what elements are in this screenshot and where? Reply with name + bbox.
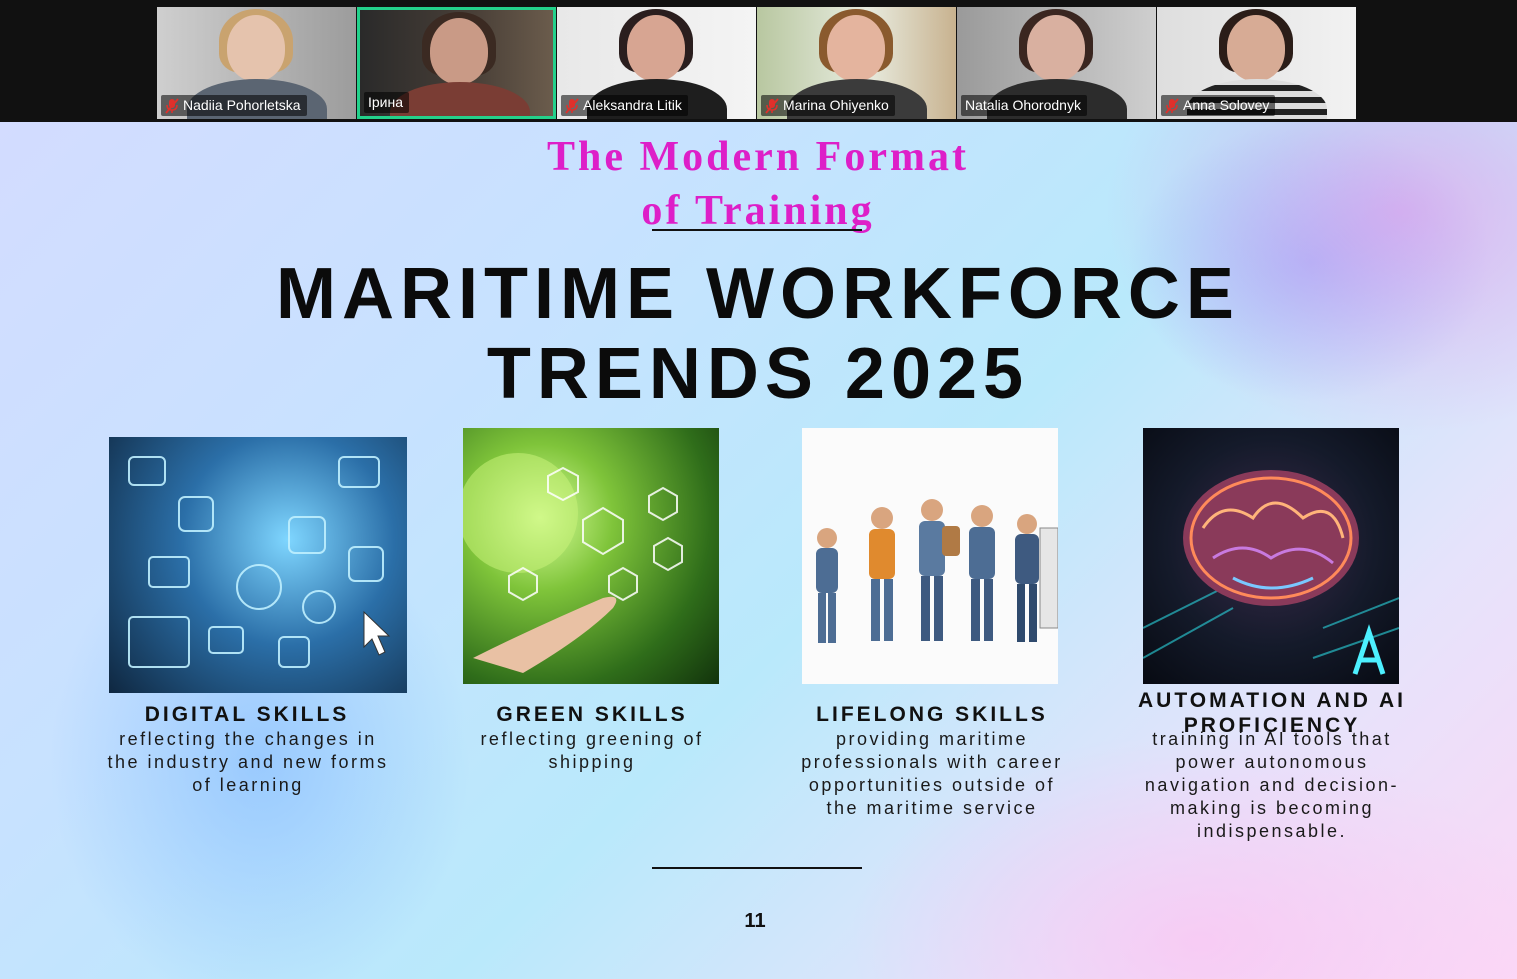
participant-name: Marina Ohiyenko <box>783 97 889 113</box>
ai-brain-image <box>1143 428 1399 684</box>
video-figure <box>430 18 488 84</box>
slide-subtitle-line: The Modern Format <box>547 134 969 180</box>
participant-tile[interactable]: Natalia Ohorodnyk <box>957 7 1156 119</box>
participant-strip: Nadiia Pohorletska Ірина Aleksandra Liti… <box>0 0 1517 122</box>
divider-line <box>652 229 862 231</box>
muted-microphone-icon <box>1165 97 1179 114</box>
green-skills-heading: GREEN SKILLS <box>496 703 688 726</box>
digital-skills-heading: DIGITAL SKILLS <box>144 703 350 726</box>
muted-microphone-icon <box>565 97 579 114</box>
participant-name-label: Anna Solovey <box>1161 95 1276 116</box>
video-figure <box>227 15 285 81</box>
digital-skills-image <box>109 437 407 693</box>
participant-name: Anna Solovey <box>1183 97 1270 113</box>
divider-line <box>652 867 862 869</box>
green-skills-description: reflecting greening of shipping <box>480 729 704 772</box>
participant-name-label: Nadiia Pohorletska <box>161 95 307 116</box>
participant-tile[interactable]: Nadiia Pohorletska <box>157 7 356 119</box>
participant-name-label: Marina Ohiyenko <box>761 95 895 116</box>
slide-subtitle: The Modern Format of Training <box>458 130 1058 238</box>
participant-name-label: Aleksandra Litik <box>561 95 688 116</box>
lifelong-skills-image <box>802 428 1058 684</box>
participant-name: Natalia Ohorodnyk <box>965 97 1081 113</box>
slide-title-line: MARITIME WORKFORCE <box>276 254 1240 334</box>
digital-skills-description: reflecting the changes in the industry a… <box>107 729 389 795</box>
participant-name-label: Natalia Ohorodnyk <box>961 95 1087 116</box>
participant-tile[interactable]: Marina Ohiyenko <box>757 7 956 119</box>
lifelong-skills-description: providing maritime professionals with ca… <box>801 729 1063 818</box>
video-figure <box>627 15 685 81</box>
lifelong-skills-heading: LIFELONG SKILLS <box>816 703 1048 726</box>
muted-microphone-icon <box>165 97 179 114</box>
participant-tile-active-speaker[interactable]: Ірина <box>357 7 556 119</box>
participant-tile[interactable]: Anna Solovey <box>1157 7 1356 119</box>
participant-name: Aleksandra Litik <box>583 97 682 113</box>
muted-microphone-icon <box>765 97 779 114</box>
video-figure <box>1027 15 1085 81</box>
participant-name: Ірина <box>368 94 404 110</box>
video-figure <box>1227 15 1285 81</box>
participant-name-label: Ірина <box>364 92 410 113</box>
slide-page-number: 11 <box>744 910 766 932</box>
green-skills-image <box>463 428 719 684</box>
participant-name: Nadiia Pohorletska <box>183 97 301 113</box>
slide-title: MARITIME WORKFORCE TRENDS 2025 <box>158 254 1358 414</box>
slide-title-line: TRENDS 2025 <box>486 334 1030 414</box>
participant-tile[interactable]: Aleksandra Litik <box>557 7 756 119</box>
shared-screen-slide: The Modern Format of Training MARITIME W… <box>0 122 1517 979</box>
video-figure <box>827 15 885 81</box>
ai-proficiency-description: training in AI tools that power autonomo… <box>1144 729 1400 841</box>
